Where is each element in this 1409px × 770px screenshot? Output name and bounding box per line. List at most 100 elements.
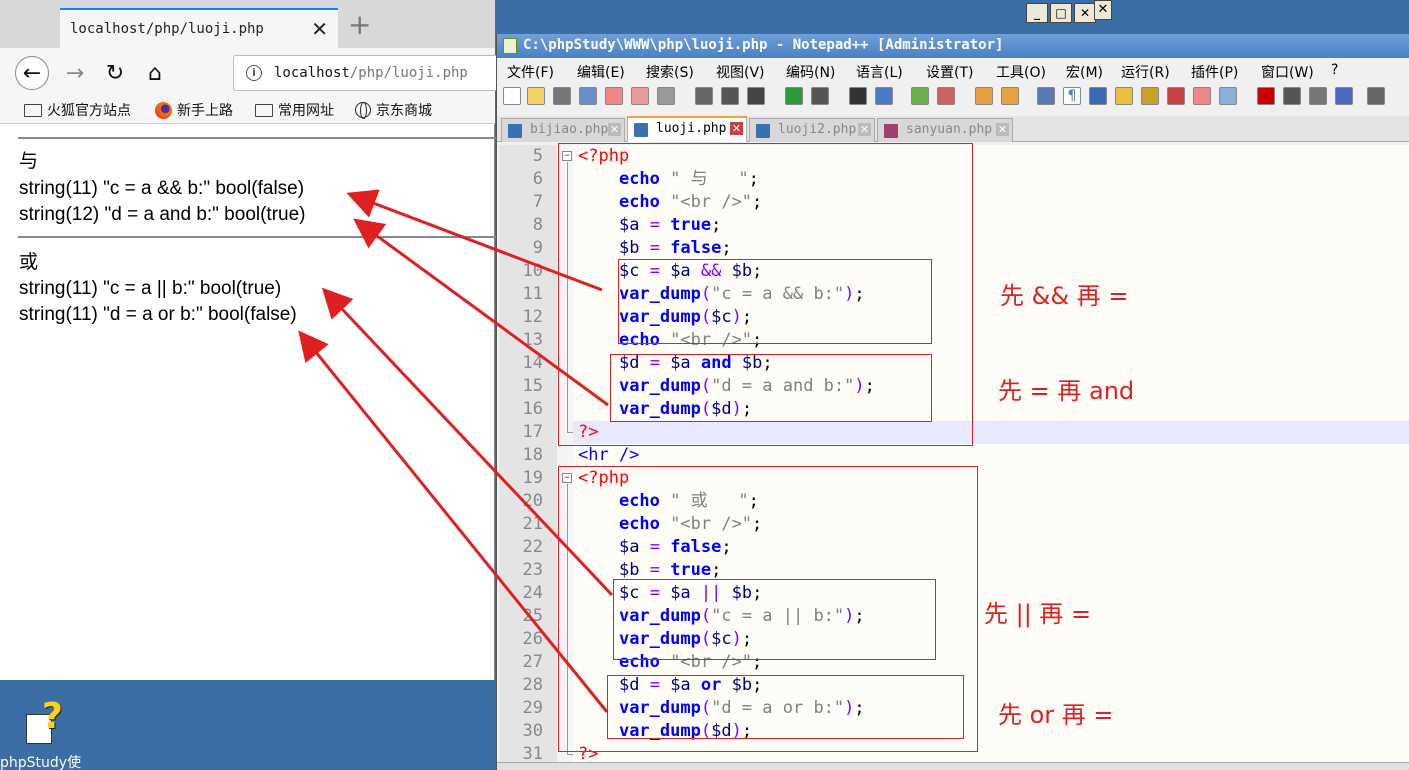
open-file-icon[interactable] — [527, 87, 545, 105]
doc-map-icon[interactable] — [1141, 87, 1159, 105]
save-icon[interactable] — [553, 87, 571, 105]
close-icon[interactable]: ✕ — [608, 123, 621, 136]
sync-horizontal-icon[interactable] — [1001, 87, 1019, 105]
line-number: 28 — [522, 675, 543, 695]
question-mark-icon: ? — [42, 696, 63, 737]
cut-icon[interactable] — [695, 87, 713, 105]
menu-language[interactable]: 语言(L) — [856, 62, 903, 82]
bookmark-label: 火狐官方站点 — [47, 103, 131, 119]
line-number: 15 — [522, 376, 543, 396]
bookmark-item[interactable]: 常用网址 — [255, 100, 334, 120]
paste-icon[interactable] — [747, 87, 765, 105]
close-icon[interactable]: ✕ — [1094, 0, 1112, 20]
new-tab-button[interactable]: + — [348, 8, 371, 41]
menu-run[interactable]: 运行(R) — [1121, 62, 1170, 82]
desktop-icon-label[interactable]: phpStudy使 — [0, 752, 100, 770]
menu-plugins[interactable]: 插件(P) — [1191, 62, 1238, 82]
bookmark-label: 新手上路 — [177, 103, 233, 119]
word-wrap-icon[interactable] — [1037, 87, 1055, 105]
undo-icon[interactable] — [785, 87, 803, 105]
copy-icon[interactable] — [721, 87, 739, 105]
page-content: 与 string(11) "c = a && b:" bool(false) s… — [8, 128, 498, 680]
annotation-box-and-op — [618, 259, 932, 344]
menu-tools[interactable]: 工具(O) — [996, 62, 1046, 82]
url-text[interactable]: localhost/php/luoji.php — [274, 65, 468, 81]
save-all-icon[interactable] — [579, 87, 597, 105]
tab-luoji[interactable]: luoji.php ✕ — [627, 116, 747, 142]
output-heading-or: 或 — [19, 252, 39, 273]
toolbar: ¶ — [497, 82, 1409, 112]
menu-edit[interactable]: 编辑(E) — [577, 62, 625, 82]
folder-workspace-icon[interactable] — [1193, 87, 1211, 105]
save-macro-icon[interactable] — [1367, 87, 1385, 105]
url-bar[interactable]: i localhost/php/luoji.php — [233, 55, 503, 91]
menu-bar: 文件(F) 编辑(E) 搜索(S) 视图(V) 编码(N) 语言(L) 设置(T… — [497, 58, 1409, 82]
play-macro-icon[interactable] — [1309, 87, 1327, 105]
tab-label: bijiao.php — [530, 122, 609, 137]
background-window-controls: _ □ ✕ — [1026, 3, 1096, 23]
close-tab-icon[interactable]: ✕ — [311, 17, 328, 41]
line-number: 19 — [522, 468, 543, 488]
info-icon[interactable]: i — [246, 65, 262, 81]
menu-window[interactable]: 窗口(W) — [1261, 62, 1314, 82]
annotation-note: 先 && 再 = — [1000, 282, 1129, 310]
home-icon[interactable]: ⌂ — [138, 56, 172, 90]
file-icon — [508, 124, 522, 138]
menu-file[interactable]: 文件(F) — [507, 62, 554, 82]
close-file-icon[interactable] — [605, 87, 623, 105]
replace-icon[interactable] — [875, 87, 893, 105]
close-all-icon[interactable] — [631, 87, 649, 105]
menu-macro[interactable]: 宏(M) — [1066, 62, 1103, 82]
close-icon[interactable]: ✕ — [858, 123, 871, 136]
close-button[interactable]: ✕ — [1074, 3, 1096, 23]
back-arrow-icon[interactable]: ← — [15, 56, 49, 90]
tab-luoji2[interactable]: luoji2.php ✕ — [749, 118, 875, 142]
line-number: 17 — [522, 422, 543, 442]
run-macro-multiple-icon[interactable] — [1335, 87, 1353, 105]
user-language-icon[interactable] — [1115, 87, 1133, 105]
bookmark-item[interactable]: 火狐官方站点 — [24, 100, 131, 120]
menu-encoding[interactable]: 编码(N) — [786, 62, 835, 82]
phpstudy-desktop-icon[interactable]: ? — [22, 696, 72, 748]
line-number: 12 — [522, 307, 543, 327]
sync-vertical-icon[interactable] — [975, 87, 993, 105]
url-host: localhost — [274, 65, 350, 81]
indent-guide-icon[interactable] — [1089, 87, 1107, 105]
bookmark-item[interactable]: 新手上路 — [155, 100, 233, 120]
line-number: 7 — [532, 192, 543, 212]
print-icon[interactable] — [657, 87, 675, 105]
browser-tab[interactable]: localhost/php/luoji.php ✕ — [60, 8, 338, 48]
close-icon[interactable]: ✕ — [996, 123, 1009, 136]
window-title-text: C:\phpStudy\WWW\php\luoji.php - Notepad+… — [523, 37, 1004, 53]
file-icon — [634, 123, 648, 137]
forward-arrow-icon[interactable]: → — [58, 56, 92, 90]
monitoring-icon[interactable] — [1219, 87, 1237, 105]
tab-bijiao[interactable]: bijiao.php ✕ — [501, 118, 625, 142]
line-number: 30 — [522, 721, 543, 741]
close-icon[interactable]: ✕ — [730, 122, 743, 135]
stop-macro-icon[interactable] — [1283, 87, 1301, 105]
menu-help[interactable]: ? — [1331, 62, 1338, 78]
zoom-out-icon[interactable] — [937, 87, 955, 105]
bookmark-item[interactable]: 京东商城 — [355, 100, 432, 120]
reload-icon[interactable]: ↻ — [98, 56, 132, 90]
minimize-button[interactable]: _ — [1026, 3, 1048, 23]
line-number: 9 — [532, 238, 543, 258]
show-all-chars-icon[interactable]: ¶ — [1063, 87, 1081, 105]
redo-icon[interactable] — [811, 87, 829, 105]
output-line: string(12) "d = a and b:" bool(true) — [19, 204, 306, 225]
new-file-icon[interactable] — [503, 87, 521, 105]
function-list-icon[interactable] — [1167, 87, 1185, 105]
menu-view[interactable]: 视图(V) — [716, 62, 765, 82]
bookmark-label: 常用网址 — [278, 103, 334, 119]
maximize-button[interactable]: □ — [1050, 3, 1072, 23]
zoom-in-icon[interactable] — [911, 87, 929, 105]
find-icon[interactable] — [849, 87, 867, 105]
line-number: 29 — [522, 698, 543, 718]
menu-settings[interactable]: 设置(T) — [926, 62, 973, 82]
menu-search[interactable]: 搜索(S) — [646, 62, 694, 82]
line-number: 22 — [522, 537, 543, 557]
tab-sanyuan[interactable]: sanyuan.php ✕ — [877, 118, 1013, 142]
record-macro-icon[interactable] — [1257, 87, 1275, 105]
url-path: /php/luoji.php — [349, 65, 468, 81]
